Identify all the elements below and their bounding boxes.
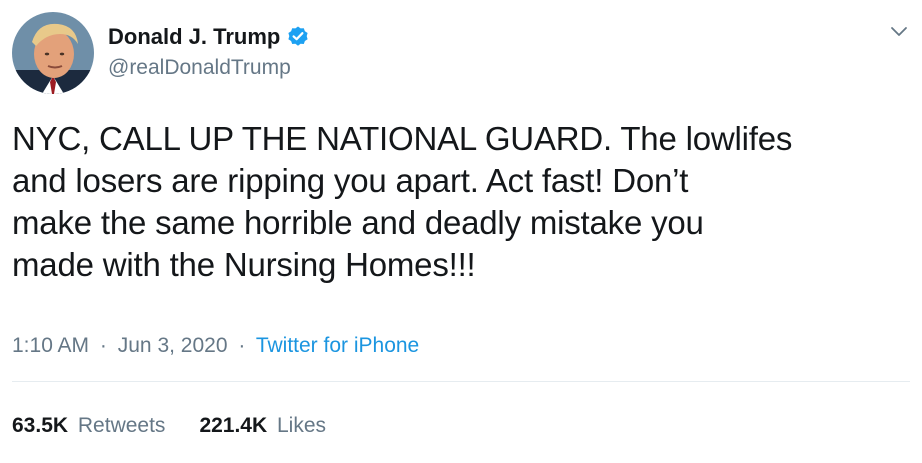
tweet-meta: 1:10 AM · Jun 3, 2020 · Twitter for iPho…	[12, 334, 419, 358]
tweet-text-line: and losers are ripping you apart. Act fa…	[12, 162, 689, 199]
likes-count: 221.4K	[199, 414, 268, 437]
chevron-down-icon[interactable]	[888, 20, 910, 42]
tweet-text-line: make the same horrible and deadly mistak…	[12, 204, 704, 241]
divider	[12, 381, 910, 382]
tweet-text-line: made with the Nursing Homes!!!	[12, 246, 476, 283]
tweet-date[interactable]: Jun 3, 2020	[118, 334, 228, 357]
retweets-count: 63.5K	[12, 414, 69, 437]
tweet-stats: 63.5K Retweets 221.4K Likes	[12, 414, 326, 438]
retweets-stat[interactable]: 63.5K Retweets	[12, 414, 165, 438]
meta-separator: ·	[238, 334, 246, 357]
verified-badge-icon	[286, 25, 310, 49]
author-name-row[interactable]: Donald J. Trump	[108, 22, 310, 52]
tweet-text: NYC, CALL UP THE NATIONAL GUARD. The low…	[12, 118, 917, 286]
profile-photo	[12, 12, 94, 94]
tweet-text-line: NYC, CALL UP THE NATIONAL GUARD. The low…	[12, 120, 793, 157]
meta-separator: ·	[99, 334, 107, 357]
tweet-source-link[interactable]: Twitter for iPhone	[256, 334, 419, 357]
retweets-label: Retweets	[77, 414, 166, 437]
likes-stat[interactable]: 221.4K Likes	[199, 414, 326, 438]
author-handle[interactable]: @realDonaldTrump	[108, 56, 291, 80]
avatar[interactable]	[12, 12, 94, 94]
tweet-timestamp[interactable]: 1:10 AM	[12, 334, 89, 357]
likes-label: Likes	[277, 414, 327, 437]
author-display-name[interactable]: Donald J. Trump	[108, 24, 280, 50]
